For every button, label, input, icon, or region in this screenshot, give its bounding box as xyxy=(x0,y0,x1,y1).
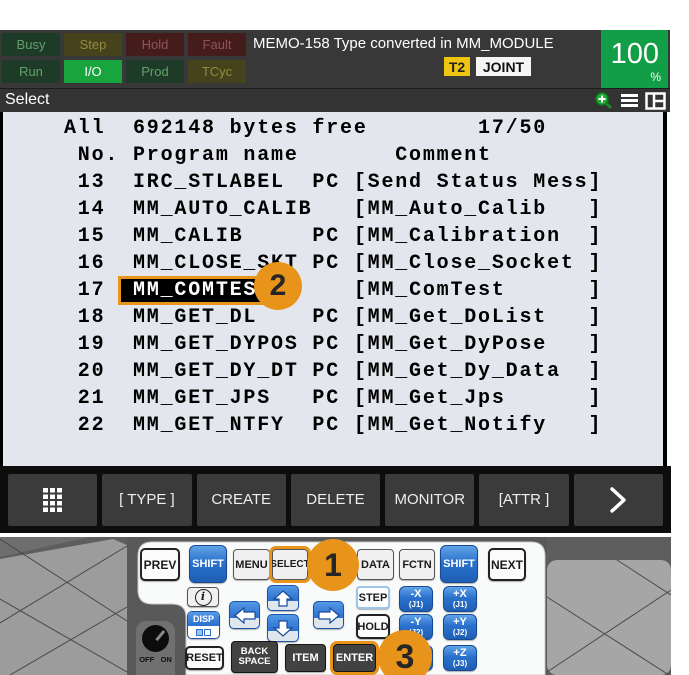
fkey-next-page[interactable] xyxy=(573,473,663,526)
shift-left-key[interactable]: SHIFT xyxy=(189,545,227,583)
reset-key[interactable]: RESET xyxy=(185,646,224,670)
info-icon: i xyxy=(194,588,212,606)
jog-minus-x-key[interactable]: -X (J1) xyxy=(399,586,433,612)
select-key[interactable]: SELECT xyxy=(269,546,311,583)
speed-unit: % xyxy=(650,70,661,84)
program-row[interactable]: 13 IRC_STLABEL PC [Send Status Mess] xyxy=(64,169,602,196)
next-key[interactable]: NEXT xyxy=(488,548,526,581)
system-message: MEMO-158 Type converted in MM_MODULE xyxy=(253,35,554,52)
fkey-type[interactable]: [ TYPE ] xyxy=(102,473,192,526)
arrow-down-key[interactable] xyxy=(267,614,299,642)
disp-key[interactable]: DISP xyxy=(187,611,220,639)
mode-badge: T2 xyxy=(444,57,470,76)
menu-lines-icon[interactable] xyxy=(620,92,639,114)
program-row[interactable]: 14 MM_AUTO_CALIB [MM_Auto_Calib ] xyxy=(64,196,602,223)
program-row[interactable]: 19 MM_GET_DYPOS PC [MM_Get_DyPose ] xyxy=(64,331,602,358)
status-led-busy: Busy xyxy=(2,33,60,56)
title-bar: Select xyxy=(0,88,670,112)
program-list-lines: All 692148 bytes free 17/50 No. Program … xyxy=(64,115,602,439)
step-key[interactable]: STEP xyxy=(356,586,390,609)
annotation-circle-3: 3 xyxy=(378,630,432,675)
jog-plus-x-key[interactable]: +X (J1) xyxy=(443,586,477,612)
function-key-bar: [ TYPE ] CREATE DELETE MONITOR [ATTR ] xyxy=(0,466,671,533)
status-led-step: Step xyxy=(64,33,122,56)
jog-key-sublabel: (J1) xyxy=(408,599,424,609)
prev-key[interactable]: PREV xyxy=(140,548,180,581)
jog-plus-y-key[interactable]: +Y (J2) xyxy=(443,614,477,640)
arrow-right-key[interactable] xyxy=(313,601,344,629)
status-led-run: Run xyxy=(2,60,60,83)
jog-key-sublabel: (J1) xyxy=(452,599,468,609)
jog-key-label: +Y xyxy=(453,615,467,628)
arrow-left-key[interactable] xyxy=(229,601,260,629)
arrow-right-icon xyxy=(317,606,340,624)
speed-override-box: 100 % xyxy=(601,30,668,88)
program-row[interactable]: 15 MM_CALIB PC [MM_Calibration ] xyxy=(64,223,602,250)
fkey-delete[interactable]: DELETE xyxy=(290,473,381,526)
status-led-fault: Fault xyxy=(188,33,246,56)
hold-key[interactable]: HOLD xyxy=(356,614,390,639)
program-row[interactable]: 16 MM_CLOSE_SKT PC [MM_Close_Socket ] xyxy=(64,250,602,277)
fkey-menu-grid[interactable] xyxy=(8,473,98,526)
program-row[interactable]: 22 MM_GET_NTFY PC [MM_Get_Notify ] xyxy=(64,412,602,439)
fkey-attr[interactable]: [ATTR ] xyxy=(479,473,569,526)
program-row[interactable]: 21 MM_GET_JPS PC [MM_Get_Jps ] xyxy=(64,385,602,412)
status-led-grid: Busy Step Hold Fault Run I/O Prod TCyc xyxy=(2,33,246,83)
memory-free-line: All 692148 bytes free 17/50 xyxy=(64,117,548,140)
virtual-pendant-scene: PREV SHIFT MENU SELECT 1 DATA FCTN SHIFT… xyxy=(0,537,671,675)
apps-grid-icon xyxy=(42,487,62,512)
chevron-right-icon xyxy=(610,486,627,513)
program-row[interactable]: 18 MM_GET_DL PC [MM_Get_DoList ] xyxy=(64,304,602,331)
status-bar: Busy Step Hold Fault Run I/O Prod TCyc MEMO-158… xyxy=(0,30,670,88)
arrow-left-icon xyxy=(233,606,256,624)
shift-right-key[interactable]: SHIFT xyxy=(440,545,478,583)
item-key[interactable]: ITEM xyxy=(285,644,326,672)
list-header-line: No. Program name Comment xyxy=(64,144,492,167)
enter-key[interactable]: ENTER xyxy=(330,641,379,675)
status-led-hold: Hold xyxy=(126,33,184,56)
fkey-create[interactable]: CREATE xyxy=(196,473,286,526)
status-led-prod: Prod xyxy=(126,60,184,83)
arrow-down-icon xyxy=(272,619,294,637)
switch-knob-icon xyxy=(142,625,169,652)
jog-key-label: +X xyxy=(453,587,467,600)
backspace-key[interactable]: BACK SPACE xyxy=(231,641,278,673)
backspace-key-label: BACK SPACE xyxy=(238,646,271,667)
switch-off-label: OFF xyxy=(139,655,155,664)
program-row[interactable]: 17 MM_COMTEST [MM_ComTest ] xyxy=(64,276,602,305)
page-title: Select xyxy=(5,91,50,108)
jog-key-sublabel: (J3) xyxy=(452,658,468,668)
program-row[interactable]: 20 MM_GET_DY_DT PC [MM_Get_Dy_Data ] xyxy=(64,358,602,385)
teach-pendant-screen: Busy Step Hold Fault Run I/O Prod TCyc MEMO-158… xyxy=(0,0,689,675)
speed-value: 100 xyxy=(610,38,659,70)
data-key[interactable]: DATA xyxy=(357,549,394,580)
fkey-monitor[interactable]: MONITOR xyxy=(385,473,475,526)
program-list: All 692148 bytes free 17/50 No. Program … xyxy=(0,112,667,473)
off-on-switch[interactable]: OFF ON xyxy=(136,621,175,675)
annotation-circle-1: 1 xyxy=(307,539,359,591)
jog-key-sublabel: (J2) xyxy=(452,627,468,637)
selected-program-name[interactable]: MM_COMTEST xyxy=(118,276,275,305)
fctn-key[interactable]: FCTN xyxy=(399,549,435,580)
annotation-circle-2: 2 xyxy=(254,262,302,310)
info-key[interactable]: i xyxy=(187,587,219,607)
disp-split-icon xyxy=(188,626,219,638)
coord-system-badge: JOINT xyxy=(476,57,531,76)
status-led-tcyc: TCyc xyxy=(188,60,246,83)
disp-key-label: DISP xyxy=(188,612,219,626)
jog-key-label: +Z xyxy=(453,646,467,659)
arrow-up-icon xyxy=(272,589,294,607)
jog-key-label: -Y xyxy=(410,615,422,628)
jog-plus-z-key[interactable]: +Z (J3) xyxy=(443,645,477,671)
arrow-up-key[interactable] xyxy=(267,585,299,611)
menu-key[interactable]: MENU xyxy=(233,549,270,580)
jog-key-label: -X xyxy=(410,587,422,600)
switch-on-label: ON xyxy=(160,655,172,664)
status-led-io: I/O xyxy=(64,60,122,83)
